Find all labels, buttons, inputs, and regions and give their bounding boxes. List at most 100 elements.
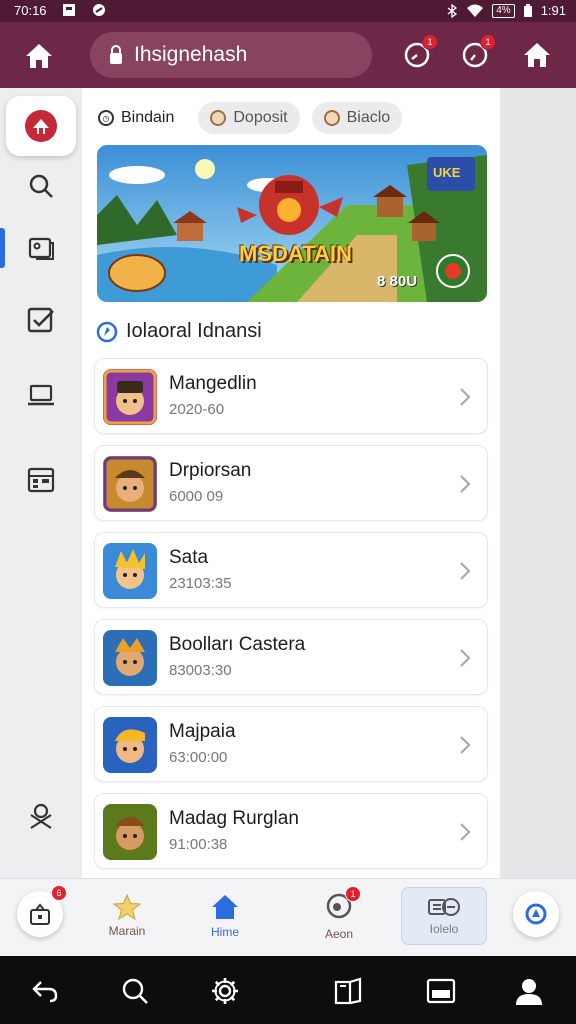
app-bar: Ihsignehash 1 1 <box>0 22 576 88</box>
toggle-icon <box>428 898 460 916</box>
game-thumbnail <box>103 630 157 686</box>
chip-biaclo[interactable]: Biaclo <box>311 102 403 134</box>
featured-banner[interactable]: MSDATAIN 8 80U UKE <box>97 145 487 302</box>
filter-chips: ◷ Bindain Doposit Biaclo <box>96 102 403 134</box>
list-item[interactable]: Drpiorsan 6000 09 <box>94 445 488 521</box>
bluetooth-icon <box>447 3 458 18</box>
user-cross-icon <box>30 803 52 829</box>
game-thumbnail <box>103 804 157 860</box>
rail-item-devices[interactable] <box>21 376 61 416</box>
checkbox-icon <box>27 307 54 333</box>
rail-active-indicator <box>0 228 5 268</box>
chip-doposit[interactable]: Doposit <box>198 102 300 134</box>
tab-label: Hime <box>210 925 239 939</box>
user-icon <box>516 979 542 1005</box>
chevron-right-icon <box>460 736 471 754</box>
battery-icon <box>523 3 532 17</box>
wallet-badge: 6 <box>51 885 67 901</box>
list-item[interactable]: Boolları Castera 83003:30 <box>94 619 488 695</box>
item-name: Sata <box>169 547 209 568</box>
bag-icon <box>30 903 50 925</box>
tab-home[interactable]: Hime <box>182 887 268 945</box>
coin-icon <box>210 110 227 126</box>
tab-iolelo[interactable]: Iolelo <box>401 887 487 945</box>
wifi-icon <box>467 4 484 17</box>
lock-icon <box>110 45 122 64</box>
tab-marain[interactable]: Marain <box>84 887 170 945</box>
url-text: Ihsignehash <box>134 43 248 66</box>
rail-item-search[interactable] <box>21 166 61 206</box>
item-subtitle: 63:00:00 <box>169 749 228 766</box>
app-logo-button[interactable] <box>6 96 76 156</box>
star-icon <box>113 894 141 920</box>
right-gutter <box>500 88 576 878</box>
clock-icon: ◷ <box>98 110 114 126</box>
item-subtitle: 83003:30 <box>169 662 232 679</box>
rail-item-dashboard[interactable] <box>21 460 61 500</box>
status-bar: 70:16 4% 1:91 <box>0 0 576 22</box>
wallet-button[interactable]: 6 <box>17 885 67 937</box>
item-subtitle: 6000 09 <box>169 488 224 505</box>
chip-bindain[interactable]: ◷ Bindain <box>96 102 186 134</box>
left-rail <box>0 88 82 878</box>
chevron-right-icon <box>460 823 471 841</box>
rail-item-profile[interactable] <box>21 796 61 836</box>
laptop-icon <box>28 384 54 406</box>
list-item[interactable]: Mangedlin 2020-60 <box>94 358 488 434</box>
game-thumbnail <box>103 717 157 773</box>
home-icon <box>26 44 52 68</box>
home-shortcut-button[interactable] <box>520 38 554 72</box>
status-time-right: 1:91 <box>540 3 566 18</box>
system-search-button[interactable] <box>118 974 152 1008</box>
chip-label: Bindain <box>121 109 175 126</box>
assistant-button[interactable] <box>513 891 559 937</box>
chevron-right-icon <box>460 388 471 406</box>
notification-badge: 1 <box>422 34 438 50</box>
app-status-icon <box>93 4 105 16</box>
list-item[interactable]: Majpaia 63:00:00 <box>94 706 488 782</box>
game-thumbnail <box>103 369 157 425</box>
home-button[interactable] <box>20 37 58 75</box>
rail-item-tasks[interactable] <box>21 300 61 340</box>
settings-button[interactable] <box>208 974 242 1008</box>
game-list: Mangedlin 2020-60 Drpiorsan 6000 09 Sata… <box>94 358 488 878</box>
item-subtitle: 2020-60 <box>169 401 225 418</box>
notification-badge: 1 <box>480 34 496 50</box>
banner-title: MSDATAIN <box>239 241 352 266</box>
list-item[interactable]: Sata 23103:35 <box>94 532 488 608</box>
window-button[interactable] <box>424 974 458 1008</box>
battery-indicator: 4% <box>492 3 515 18</box>
tab-label: Iolelo <box>429 922 459 936</box>
compass-icon <box>525 903 547 925</box>
game-thumbnail <box>103 543 157 599</box>
history-button[interactable]: 1 <box>400 34 438 72</box>
banner-score: 8 80U <box>377 273 418 290</box>
section-header: Iolaoral Idnansi <box>96 320 262 343</box>
tab-label: Marain <box>108 924 146 938</box>
rail-item-gallery[interactable] <box>21 228 61 268</box>
item-name: Majpaia <box>169 721 236 742</box>
home-icon <box>524 43 550 67</box>
notification-icon <box>63 4 75 16</box>
recents-button[interactable] <box>332 974 366 1008</box>
dashboard-icon <box>27 467 55 493</box>
bottom-nav: 6 Marain Hime 1 Aeon Iolelo <box>0 878 576 956</box>
url-field[interactable]: Ihsignehash <box>90 32 372 78</box>
alerts-button[interactable]: 1 <box>458 34 496 72</box>
list-item[interactable]: Madag Rurglan 91:00:38 <box>94 793 488 869</box>
chip-label: Biaclo <box>346 109 391 126</box>
coin-icon <box>323 110 340 126</box>
main-panel: ◷ Bindain Doposit Biaclo MSDATAIN 8 80U … <box>82 88 500 878</box>
banner-artwork <box>97 145 487 302</box>
item-name: Madag Rurglan <box>169 808 299 829</box>
item-name: Drpiorsan <box>169 460 252 481</box>
system-nav-bar <box>0 956 576 1024</box>
back-button[interactable] <box>28 974 62 1008</box>
banner-tag: UKE <box>433 165 461 180</box>
item-subtitle: 91:00:38 <box>169 836 228 853</box>
item-name: Boolları Castera <box>169 634 306 655</box>
status-time: 70:16 <box>14 3 47 18</box>
chevron-right-icon <box>460 562 471 580</box>
tab-aeon[interactable]: 1 Aeon <box>296 885 382 945</box>
profile-button[interactable] <box>512 974 546 1008</box>
